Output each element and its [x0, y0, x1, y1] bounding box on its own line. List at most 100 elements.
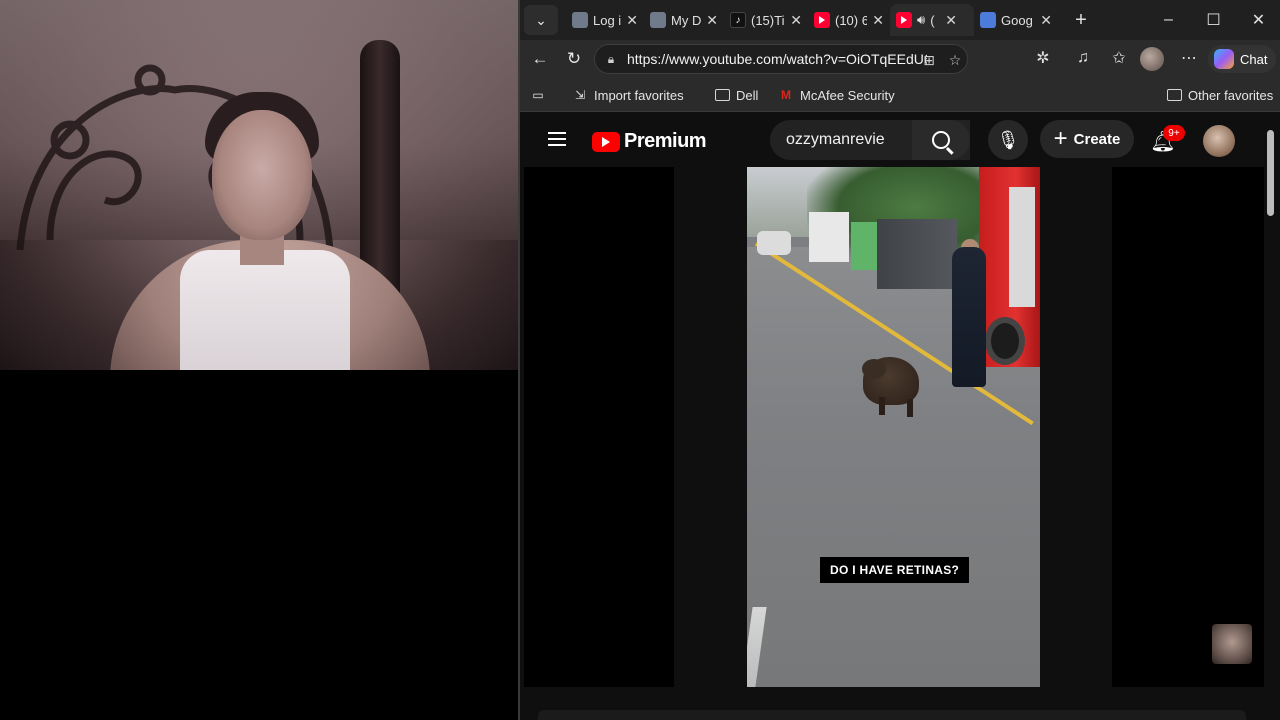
favorites-icon[interactable]: ✩ [1104, 43, 1134, 73]
refresh-icon: ↻ [566, 49, 582, 68]
shorts-right-pane [1112, 167, 1264, 687]
close-tab-icon[interactable]: ✕ [790, 12, 802, 29]
url-text[interactable]: https://www.youtube.com/watch?v=OiOTqEEd… [627, 51, 927, 67]
youtube-header: Premium ozzymanrevie ✕ 🎙︎ + Create 🔔︎ 9+ [520, 112, 1280, 168]
youtube-icon [814, 12, 830, 28]
maximize-button[interactable]: ☐ [1191, 0, 1236, 40]
video-fence [877, 219, 957, 289]
more-options-icon[interactable]: ⋯ [1174, 43, 1204, 73]
close-tab-icon[interactable]: ✕ [706, 12, 718, 29]
youtube-page: Premium ozzymanrevie ✕ 🎙︎ + Create 🔔︎ 9+ [520, 112, 1280, 720]
youtube-premium-logo[interactable]: Premium [592, 130, 707, 153]
new-tab-button[interactable]: + [1066, 9, 1096, 32]
refresh-button[interactable]: ↻ [556, 43, 592, 75]
video-capybara-leg [879, 397, 885, 415]
webcam-feed [0, 0, 518, 370]
close-tab-icon[interactable]: ✕ [626, 12, 638, 29]
youtube-icon [896, 12, 912, 28]
back-button[interactable]: ← [522, 43, 558, 75]
profile-avatar[interactable] [1140, 47, 1164, 71]
tab-log-in[interactable]: Log in ✕ [566, 4, 644, 36]
extensions-icon[interactable]: ✲ [1028, 43, 1058, 73]
close-tab-icon[interactable]: ✕ [872, 12, 884, 29]
tab-tiktok[interactable]: ♪ (15)Ti ✕ [724, 4, 808, 36]
address-bar[interactable]: 🔒︎ https://www.youtube.com/watch?v=OiOTq… [594, 44, 968, 74]
video-truck-wheel [985, 317, 1025, 365]
video-capybara-leg [907, 399, 913, 417]
apps-icon[interactable]: ⊞ [919, 50, 939, 70]
close-tab-icon[interactable]: ✕ [1040, 12, 1052, 29]
notification-badge: 9+ [1163, 125, 1185, 141]
mcafee-icon: M [781, 88, 791, 102]
create-label: Create [1073, 130, 1121, 148]
collections-icon: ▭ [532, 88, 544, 102]
copilot-chat-button[interactable]: Chat [1208, 45, 1276, 73]
edge-browser-window: ⌄ Log in ✕ My D ✕ ♪ (15)Ti ✕ (10) 6 ✕ 🔊︎… [518, 0, 1280, 720]
bottom-panel-edge [538, 710, 1246, 720]
tab-my-d[interactable]: My D ✕ [644, 4, 724, 36]
copilot-icon [1214, 49, 1234, 69]
tab-label: My D [671, 12, 702, 28]
import-icon: ⇲ [574, 88, 586, 102]
tiktok-icon: ♪ [730, 12, 746, 28]
navigation-bar: ← ↻ 🔒︎ https://www.youtube.com/watch?v=O… [520, 40, 1280, 78]
favorite-import[interactable]: ⇲ Import favorites [572, 85, 684, 105]
video-capybara-head [862, 359, 886, 379]
close-window-button[interactable]: ✕ [1236, 0, 1280, 40]
search-icon [932, 131, 950, 149]
other-favorites-label: Other favorites [1188, 87, 1274, 103]
favorite-dell[interactable]: Dell [714, 85, 758, 105]
plus-icon: + [1053, 125, 1068, 152]
video-parked-car [757, 231, 791, 255]
minimize-button[interactable]: – [1146, 0, 1191, 40]
tab-label: Log in [593, 12, 622, 28]
document-icon [980, 12, 996, 28]
site-info-icon[interactable]: 🔒︎ [603, 51, 619, 67]
tab-label: (10) 6 [835, 12, 868, 28]
shorts-left-pane [524, 167, 674, 687]
white-tank-top [180, 250, 350, 370]
tab-actions-menu[interactable]: ⌄ [524, 5, 558, 35]
close-tab-icon[interactable]: ✕ [945, 12, 957, 29]
microphone-icon: 🎙︎ [996, 129, 1020, 150]
shorts-video-player[interactable]: DO I HAVE RETINAS? [747, 167, 1040, 687]
speaker-icon[interactable]: 🔊︎ [917, 12, 925, 28]
tab-label: ( [930, 12, 935, 28]
scrollbar-thumb[interactable] [1267, 130, 1274, 216]
youtube-logo-icon [592, 131, 620, 152]
document-icon [572, 12, 588, 28]
tab-youtube-active[interactable]: 🔊︎ ( ✕ [890, 4, 974, 36]
favorite-label: McAfee Security [800, 87, 895, 103]
account-avatar[interactable] [1203, 125, 1235, 157]
logo-text: Premium [624, 130, 707, 152]
tab-sidebar-icon[interactable]: ▭ [530, 85, 546, 105]
video-caption: DO I HAVE RETINAS? [820, 557, 970, 583]
favorite-mcafee[interactable]: M McAfee Security [778, 85, 895, 105]
chevron-down-icon: ⌄ [535, 11, 547, 28]
favorites-bar: ▭ ⇲ Import favorites Dell M McAfee Secur… [520, 78, 1280, 112]
video-firefighter [952, 247, 986, 387]
media-control-icon[interactable]: ♫ [1068, 43, 1098, 73]
tab-strip: ⌄ Log in ✕ My D ✕ ♪ (15)Ti ✕ (10) 6 ✕ 🔊︎… [520, 0, 1280, 40]
tab-google[interactable]: Goog ✕ [974, 4, 1058, 36]
menu-icon[interactable] [548, 132, 566, 146]
channel-thumbnail[interactable] [1212, 624, 1252, 664]
voice-search-button[interactable]: 🎙︎ [988, 120, 1028, 160]
other-favorites[interactable]: Other favorites [1166, 85, 1273, 105]
search-button[interactable] [912, 120, 970, 160]
tab-label: (15)Ti [751, 12, 785, 28]
search-query[interactable]: ozzymanrevie [786, 131, 886, 149]
favorite-star-icon[interactable]: ☆ [945, 50, 965, 70]
favorite-label: Import favorites [594, 87, 684, 103]
tab-youtube-1[interactable]: (10) 6 ✕ [808, 4, 890, 36]
chat-label: Chat [1240, 51, 1268, 67]
video-green-wall [851, 222, 879, 270]
document-icon [650, 12, 666, 28]
create-button[interactable]: + Create [1040, 120, 1134, 158]
video-truck-panel [1009, 187, 1035, 307]
tab-label: Goog [1001, 12, 1033, 28]
folder-icon [714, 88, 730, 102]
person-face [212, 110, 312, 240]
favorite-label: Dell [736, 87, 759, 103]
back-arrow-icon: ← [531, 49, 549, 68]
